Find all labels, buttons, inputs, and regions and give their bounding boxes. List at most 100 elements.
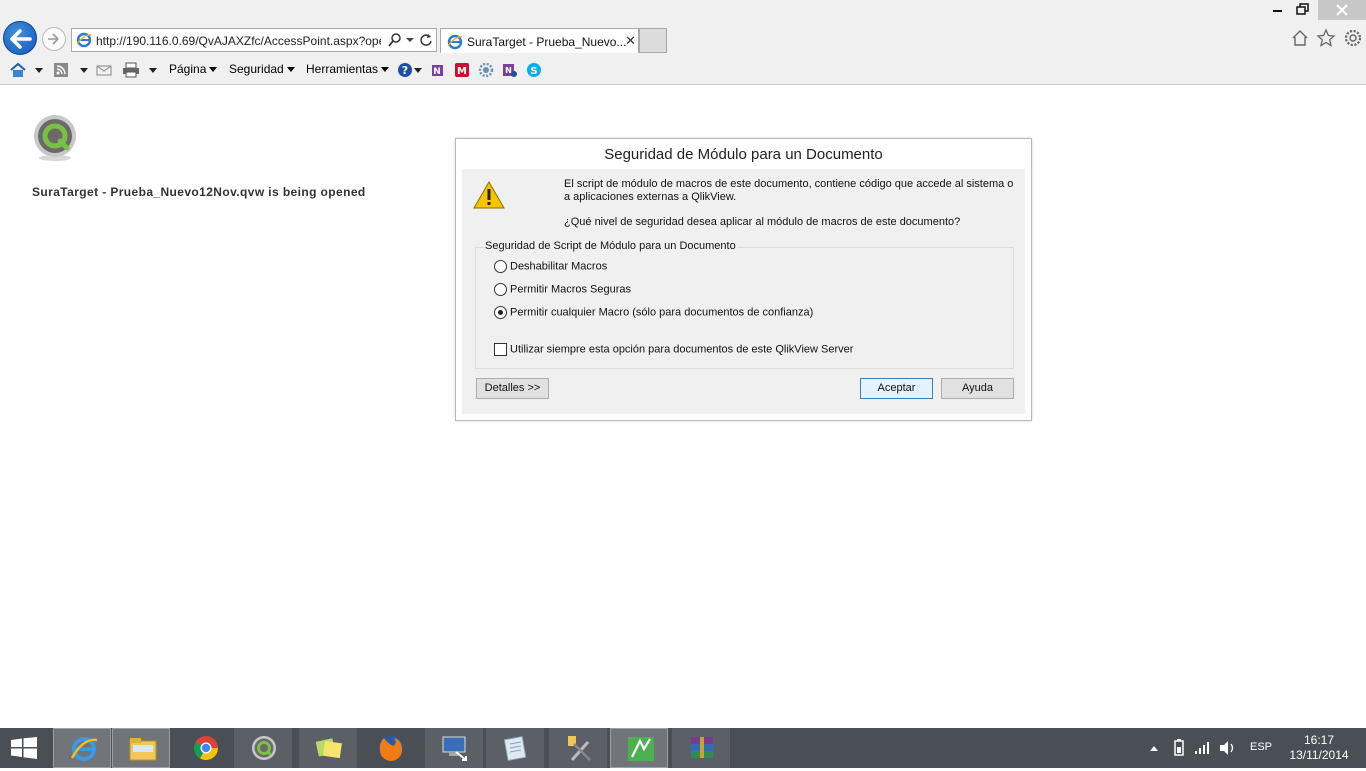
menu-page[interactable]: Página — [169, 62, 218, 76]
option-disable-macros[interactable]: Deshabilitar Macros — [494, 260, 607, 273]
accept-button[interactable]: Aceptar — [860, 378, 933, 399]
onenote-send-icon[interactable]: N — [430, 62, 446, 81]
mail-icon[interactable] — [96, 62, 112, 81]
new-tab-button[interactable] — [639, 28, 667, 53]
qlikview-icon — [252, 736, 276, 760]
minimize-icon — [1273, 10, 1282, 12]
network-signal-icon[interactable] — [1193, 728, 1211, 768]
minimize-button[interactable] — [1270, 0, 1286, 20]
svg-text:M: M — [457, 66, 467, 77]
option-any-macro[interactable]: Permitir cualquier Macro (sólo para docu… — [494, 306, 813, 319]
details-button[interactable]: Detalles >> — [476, 378, 549, 399]
taskbar-file-explorer[interactable] — [112, 728, 170, 768]
dialog-message: El script de módulo de macros de este do… — [564, 178, 1014, 203]
ie-page-icon — [76, 32, 92, 51]
folder-icon — [129, 738, 157, 761]
option-safe-macros[interactable]: Permitir Macros Seguras — [494, 283, 631, 296]
winrar-icon — [691, 737, 713, 758]
search-icon[interactable] — [388, 32, 402, 51]
feed-dropdown-caret[interactable] — [80, 68, 88, 73]
refresh-icon[interactable] — [419, 32, 433, 51]
browser-tab[interactable]: SuraTarget - Prueba_Nuevo... ✕ — [440, 28, 639, 53]
rss-feed-icon[interactable] — [53, 62, 69, 81]
svg-text:N: N — [505, 66, 512, 75]
start-button[interactable] — [10, 737, 38, 762]
group-legend: Seguridad de Script de Módulo para un Do… — [484, 240, 737, 252]
taskbar-chrome[interactable] — [176, 728, 234, 768]
taskbar-design-app[interactable] — [610, 728, 668, 768]
security-options-group: Seguridad de Script de Módulo para un Do… — [475, 240, 1014, 369]
mcafee-icon[interactable]: M — [454, 62, 470, 81]
taskbar-winrar[interactable] — [672, 728, 730, 768]
always-use-label: Utilizar siempre esta opción para docume… — [510, 343, 854, 356]
browser-right-icons — [1290, 28, 1366, 51]
opening-status-text: SuraTarget - Prueba_Nuevo12Nov.qvw is be… — [32, 185, 366, 199]
help-dropdown-caret[interactable] — [414, 68, 422, 73]
taskbar-sticky-notes[interactable] — [299, 728, 357, 768]
tray-overflow-icon[interactable] — [1148, 728, 1160, 768]
clock-time: 16:17 — [1303, 733, 1335, 747]
restore-button[interactable] — [1294, 0, 1312, 20]
close-window-button[interactable] — [1318, 0, 1366, 20]
taskbar-internet-explorer[interactable] — [53, 728, 111, 768]
address-bar[interactable]: http://190.116.0.69/QvAJAXZfc/AccessPoin… — [71, 28, 437, 52]
remote-desktop-icon — [442, 736, 467, 761]
gear-icon[interactable] — [1343, 28, 1363, 48]
taskbar-firefox[interactable] — [361, 728, 419, 768]
home-icon[interactable] — [1290, 28, 1310, 48]
favorites-star-icon[interactable] — [1316, 28, 1336, 48]
radio-safe-macros[interactable] — [494, 283, 507, 296]
print-dropdown-caret[interactable] — [149, 68, 157, 73]
taskbar-tools-app[interactable] — [549, 728, 607, 768]
always-use-checkbox[interactable] — [494, 343, 507, 356]
forward-arrow-icon — [48, 33, 59, 45]
dialog-question: ¿Qué nivel de seguridad desea aplicar al… — [564, 216, 961, 228]
radio-disable-macros[interactable] — [494, 260, 507, 273]
onenote-linked-icon[interactable]: N — [502, 62, 518, 81]
home-icon[interactable] — [9, 62, 27, 81]
option-any-macro-label: Permitir cualquier Macro (sólo para docu… — [510, 306, 814, 319]
design-app-icon — [628, 737, 654, 761]
dialog-title: Seguridad de Módulo para un Documento — [604, 146, 883, 163]
qlikview-logo — [32, 114, 78, 165]
taskbar-qlikview[interactable] — [234, 728, 292, 768]
system-clock[interactable]: 16:17 13/11/2014 — [1284, 733, 1354, 763]
back-button[interactable] — [3, 21, 37, 55]
svg-text:S: S — [530, 66, 537, 77]
menu-tools-label: Herramientas — [306, 62, 379, 76]
dialog-body: El script de módulo de macros de este do… — [462, 169, 1025, 414]
print-icon[interactable] — [122, 62, 140, 81]
taskbar-notes-app[interactable] — [486, 728, 544, 768]
tools-icon — [568, 736, 591, 761]
home-dropdown-caret[interactable] — [35, 68, 43, 73]
battery-icon[interactable] — [1170, 728, 1188, 768]
address-url[interactable]: http://190.116.0.69/QvAJAXZfc/AccessPoin… — [96, 34, 381, 48]
chrome-icon — [193, 736, 218, 761]
help-icon[interactable]: ? — [397, 62, 413, 81]
settings-gear-icon[interactable] — [478, 62, 494, 81]
close-tab-icon[interactable]: ✕ — [625, 33, 636, 49]
restore-icon — [1296, 3, 1309, 15]
warning-icon — [473, 180, 505, 212]
sticky-notes-icon — [315, 738, 342, 759]
skype-icon[interactable]: S — [526, 62, 542, 81]
forward-button[interactable] — [42, 27, 66, 51]
browser-chrome: http://190.116.0.69/QvAJAXZfc/AccessPoin… — [0, 0, 1366, 85]
volume-icon[interactable] — [1217, 728, 1237, 768]
option-disable-macros-label: Deshabilitar Macros — [510, 260, 608, 273]
chevron-down-icon[interactable] — [405, 32, 415, 51]
ie-tab-icon — [447, 34, 463, 53]
menu-tools[interactable]: Herramientas — [306, 62, 390, 76]
back-arrow-icon — [10, 29, 32, 49]
notepad-icon — [503, 736, 527, 761]
menu-security-label: Seguridad — [229, 62, 284, 76]
command-bar: Página Seguridad Herramientas ? N M N S — [0, 58, 1366, 82]
help-button[interactable]: Ayuda — [941, 378, 1014, 399]
windows-logo-icon — [11, 737, 37, 759]
always-use-option[interactable]: Utilizar siempre esta opción para docume… — [494, 343, 853, 356]
menu-security[interactable]: Seguridad — [229, 62, 295, 76]
option-safe-macros-label: Permitir Macros Seguras — [510, 283, 632, 296]
language-indicator[interactable]: ESP — [1250, 741, 1272, 753]
radio-any-macro[interactable] — [494, 306, 507, 319]
taskbar-remote-desktop[interactable] — [425, 728, 483, 768]
